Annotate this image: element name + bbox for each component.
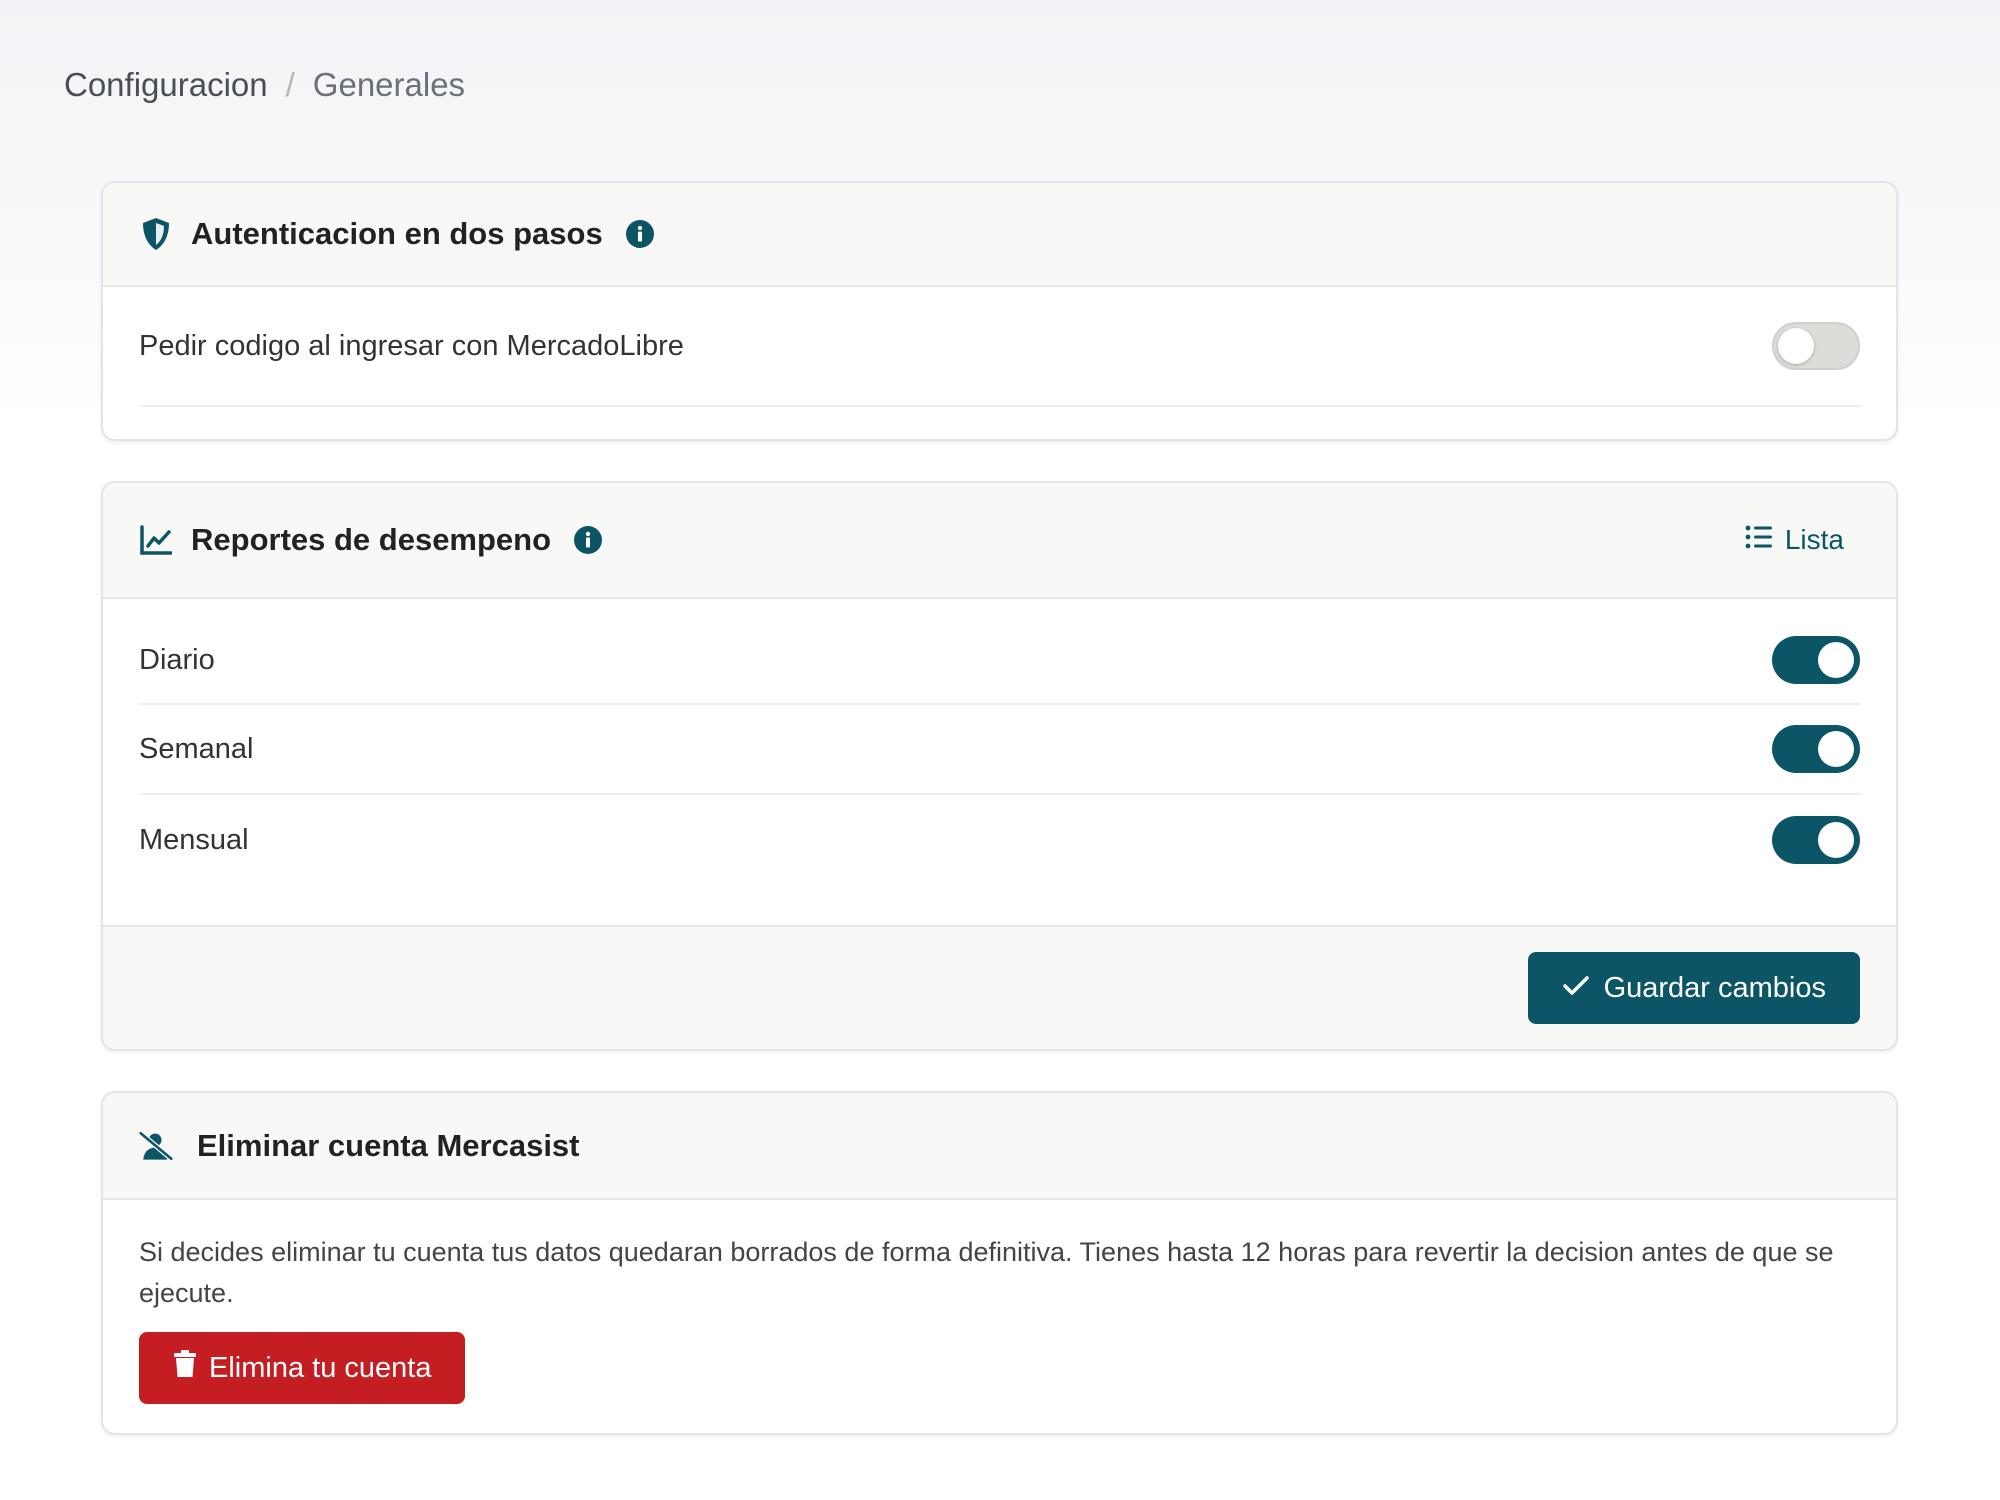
two-factor-card: Autenticacion en dos pasos Pedir codigo … <box>101 181 1898 441</box>
delete-account-card: Eliminar cuenta Mercasist Si decides eli… <box>101 1091 1898 1435</box>
delete-account-body: Si decides eliminar tu cuenta tus datos … <box>103 1200 1896 1404</box>
reports-footer: Guardar cambios <box>103 925 1896 1049</box>
toggle-knob <box>1818 642 1854 678</box>
delete-account-label: Elimina tu cuenta <box>209 1351 432 1384</box>
report-row-label: Semanal <box>139 732 254 765</box>
toggle-knob <box>1818 822 1854 858</box>
shield-icon <box>139 217 173 251</box>
toggle-knob <box>1778 328 1814 364</box>
user-slash-icon <box>139 1129 173 1163</box>
two-factor-row: Pedir codigo al ingresar con MercadoLibr… <box>139 287 1860 407</box>
weekly-toggle[interactable] <box>1772 725 1860 773</box>
two-factor-title: Autenticacion en dos pasos <box>191 216 603 251</box>
toggle-knob <box>1818 731 1854 767</box>
list-icon <box>1745 524 1785 556</box>
report-row-daily: Diario <box>139 617 1860 705</box>
chart-line-icon <box>139 523 173 557</box>
delete-account-header: Eliminar cuenta Mercasist <box>103 1093 1896 1200</box>
monthly-toggle[interactable] <box>1772 816 1860 864</box>
info-icon[interactable] <box>625 219 655 249</box>
two-factor-header: Autenticacion en dos pasos <box>103 183 1896 287</box>
report-row-label: Diario <box>139 643 215 676</box>
reports-card: Reportes de desempeno Lista Diario Seman… <box>101 481 1898 1051</box>
reports-body: Diario Semanal Mensual <box>103 599 1896 885</box>
save-changes-button[interactable]: Guardar cambios <box>1527 952 1860 1024</box>
breadcrumb-separator: / <box>285 66 295 103</box>
save-changes-label: Guardar cambios <box>1603 971 1826 1004</box>
two-factor-row-label: Pedir codigo al ingresar con MercadoLibr… <box>139 329 684 362</box>
breadcrumb-parent[interactable]: Configuracion <box>64 66 268 104</box>
breadcrumb: Configuracion / Generales <box>64 66 465 104</box>
delete-account-title: Eliminar cuenta Mercasist <box>197 1127 580 1163</box>
list-view-link[interactable]: Lista <box>1745 524 1844 556</box>
check-icon <box>1562 972 1604 1005</box>
two-factor-toggle[interactable] <box>1772 322 1860 370</box>
report-row-monthly: Mensual <box>139 795 1860 885</box>
report-row-weekly: Semanal <box>139 705 1860 795</box>
daily-toggle[interactable] <box>1772 636 1860 684</box>
delete-account-button[interactable]: Elimina tu cuenta <box>139 1332 466 1404</box>
breadcrumb-current: Generales <box>312 66 466 103</box>
delete-account-description: Si decides eliminar tu cuenta tus datos … <box>139 1237 1834 1308</box>
info-icon[interactable] <box>573 525 603 555</box>
list-view-label: Lista <box>1784 524 1844 555</box>
reports-header: Reportes de desempeno Lista <box>103 483 1896 599</box>
report-row-label: Mensual <box>139 823 249 856</box>
reports-title: Reportes de desempeno <box>191 522 552 557</box>
trash-icon <box>173 1350 209 1386</box>
